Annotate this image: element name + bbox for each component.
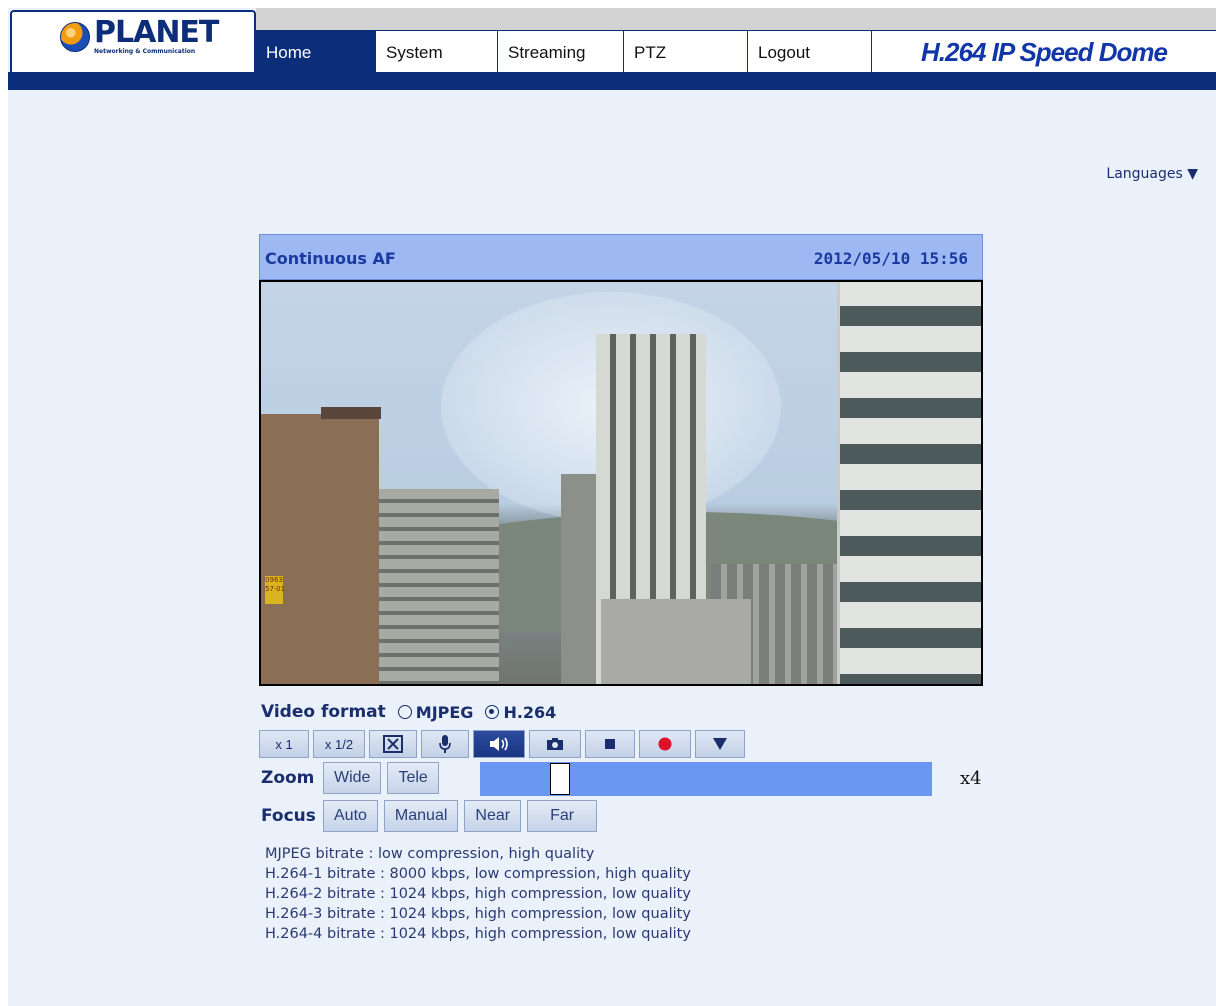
tab-label: Streaming	[508, 42, 586, 62]
size-half-button[interactable]: x 1/2	[313, 730, 365, 758]
brand-name: PLANET	[94, 15, 219, 50]
zoom-tele-button[interactable]: Tele	[387, 762, 439, 794]
video-format-row: Video format MJPEG H.264	[261, 702, 556, 722]
zoom-label: Zoom	[261, 768, 315, 788]
speaker-icon	[490, 737, 508, 751]
brand-logo: PLANET Networking & Communication	[60, 15, 219, 55]
zoom-wide-button[interactable]: Wide	[323, 762, 382, 794]
size-x1-button[interactable]: x 1	[259, 730, 309, 758]
radio-h264-label: H.264	[503, 702, 557, 722]
bitrate-line: H.264-3 bitrate : 1024 kbps, high compre…	[265, 906, 691, 922]
dropdown-icon	[713, 738, 727, 750]
fullscreen-button[interactable]	[369, 730, 417, 758]
record-icon	[658, 737, 672, 751]
focus-near-button[interactable]: Near	[464, 800, 522, 832]
bitrate-line: MJPEG bitrate : low compression, high qu…	[265, 846, 595, 862]
options-menu-button[interactable]	[695, 730, 745, 758]
video-toolbar: x 1 x 1/2	[259, 730, 745, 758]
speaker-button[interactable]	[473, 730, 525, 758]
tab-logout[interactable]: Logout	[748, 30, 872, 74]
brand-subtitle: Networking & Communication	[94, 48, 196, 55]
bitrate-line: H.264-4 bitrate : 1024 kbps, high compre…	[265, 926, 691, 942]
tab-label: Home	[266, 42, 312, 62]
header-strip	[256, 8, 1216, 30]
microphone-button[interactable]	[421, 730, 469, 758]
office-building	[837, 282, 981, 684]
stop-button[interactable]	[585, 730, 635, 758]
focus-status: Continuous AF	[265, 249, 396, 268]
stop-icon	[605, 739, 615, 749]
focus-row: Focus Auto Manual Near Far	[261, 800, 603, 832]
zoom-row: Zoom Wide Tele	[261, 762, 445, 794]
record-button[interactable]	[639, 730, 691, 758]
building-roof	[321, 407, 381, 419]
video-timestamp: 2012/05/10 15:56	[813, 249, 968, 268]
product-title: H.264 IP Speed Dome	[872, 30, 1216, 74]
snapshot-button[interactable]	[529, 730, 581, 758]
bitrate-info: MJPEG bitrate : low compression, high qu…	[265, 844, 691, 944]
street-sign: 0963 57·01	[265, 576, 285, 604]
video-header: Continuous AF 2012/05/10 15:56	[259, 234, 983, 280]
radio-mjpeg[interactable]	[397, 705, 412, 719]
tab-label: PTZ	[634, 42, 667, 62]
video-format-label: Video format	[261, 702, 386, 722]
zoom-slider[interactable]	[480, 762, 932, 796]
tab-streaming[interactable]: Streaming	[498, 30, 624, 74]
bitrate-line: H.264-1 bitrate : 8000 kbps, low compres…	[265, 866, 691, 882]
header-bar	[8, 72, 1216, 90]
camera-icon	[547, 738, 563, 750]
tab-home[interactable]: Home	[256, 30, 376, 74]
zoom-slider-thumb[interactable]	[550, 763, 570, 795]
main-nav: Home System Streaming PTZ Logout H.264 I…	[256, 30, 1216, 74]
building	[261, 414, 379, 684]
focus-auto-button[interactable]: Auto	[323, 800, 378, 832]
globe-icon	[60, 21, 90, 52]
bitrate-line: H.264-2 bitrate : 1024 kbps, high compre…	[265, 886, 691, 902]
focus-label: Focus	[261, 806, 316, 826]
brand-logo-box[interactable]: PLANET Networking & Communication	[10, 10, 256, 72]
zoom-value: x4	[960, 768, 982, 789]
building	[379, 489, 499, 684]
radio-mjpeg-label: MJPEG	[415, 702, 474, 722]
building	[601, 599, 751, 684]
tab-system[interactable]: System	[376, 30, 498, 74]
tab-label: Logout	[758, 42, 810, 62]
tab-ptz[interactable]: PTZ	[624, 30, 748, 74]
languages-dropdown[interactable]: Languages ▼	[1106, 166, 1198, 182]
video-stream[interactable]: 0963 57·01	[259, 280, 983, 686]
fullscreen-icon	[383, 735, 403, 753]
microphone-icon	[439, 735, 451, 753]
focus-manual-button[interactable]: Manual	[383, 800, 459, 832]
radio-h264[interactable]	[485, 705, 500, 719]
tab-label: System	[386, 42, 443, 62]
focus-far-button[interactable]: Far	[527, 800, 598, 832]
